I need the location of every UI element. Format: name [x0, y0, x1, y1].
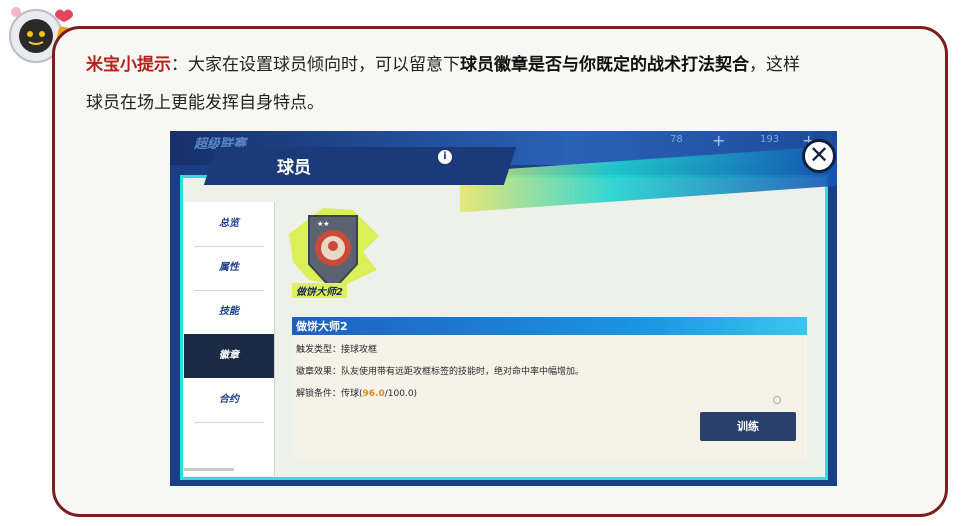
sidebar-item-overview[interactable]: 总览 [184, 202, 274, 246]
ring-icon [773, 396, 781, 404]
tip-line-1: 米宝小提示：大家在设置球员倾向时，可以留意下球员徽章是否与你既定的战术打法契合，… [86, 50, 800, 75]
header-strip [203, 147, 517, 185]
trigger-type-value: 接球攻框 [341, 345, 378, 355]
sidebar-item-contract[interactable]: 合约 [184, 378, 274, 422]
sidebar-item-skills[interactable]: 技能 [184, 290, 274, 334]
player-sidebar: 总览 属性 技能 徽章 合约 [184, 202, 275, 476]
trigger-type-row: 触发类型：接球攻框 [296, 342, 377, 355]
svg-text:★★: ★★ [317, 220, 330, 228]
add-resource-icon[interactable]: + [712, 131, 725, 150]
trigger-type-label: 触发类型： [296, 345, 342, 355]
badge-effect-row: 徽章效果：队友使用带有远距攻框标签的技能时，绝对命中率中幅增加。 [296, 364, 584, 377]
footer-decoration [184, 468, 234, 471]
game-screenshot: 超级联赛 78 + 193 + 球员 i ✕ 总览 属性 技能 徽章 合约 ★★… [170, 131, 837, 486]
detail-title-bar [292, 317, 807, 335]
train-button[interactable]: 训练 [700, 412, 796, 441]
unlock-condition-label: 解锁条件： [296, 389, 342, 399]
info-icon[interactable]: i [436, 148, 454, 166]
sidebar-item-attributes[interactable]: 属性 [184, 246, 274, 290]
badge-name-label: 做饼大师2 [292, 283, 347, 298]
detail-title: 做饼大师2 [296, 320, 348, 333]
tip-colon: ： [171, 55, 188, 75]
sidebar-item-badges[interactable]: 徽章 [184, 334, 274, 378]
unlock-current-value: 96.0 [362, 389, 385, 399]
badge-effect-label: 徽章效果： [296, 367, 342, 377]
tip-bold-text: 球员徽章是否与你既定的战术打法契合 [460, 55, 749, 75]
unlock-suffix: /100.0) [384, 389, 418, 399]
resource-2-value: 193 [760, 134, 780, 145]
tip-text-before: 大家在设置球员倾向时，可以留意下 [188, 55, 460, 75]
tip-text-after: ，这样 [749, 55, 800, 75]
unlock-prefix: 传球( [341, 389, 363, 399]
sidebar-divider [194, 422, 264, 423]
badge-effect-value: 队友使用带有远距攻框标签的技能时，绝对命中率中幅增加。 [341, 367, 585, 377]
header-title: 球员 [277, 158, 311, 178]
tip-label: 米宝小提示 [86, 55, 171, 75]
unlock-condition-row: 解锁条件：传球(96.0/100.0) [296, 386, 417, 399]
resource-1-value: 78 [670, 134, 683, 145]
close-button[interactable]: ✕ [802, 139, 836, 173]
tip-line-2: 球员在场上更能发挥自身特点。 [86, 93, 324, 113]
